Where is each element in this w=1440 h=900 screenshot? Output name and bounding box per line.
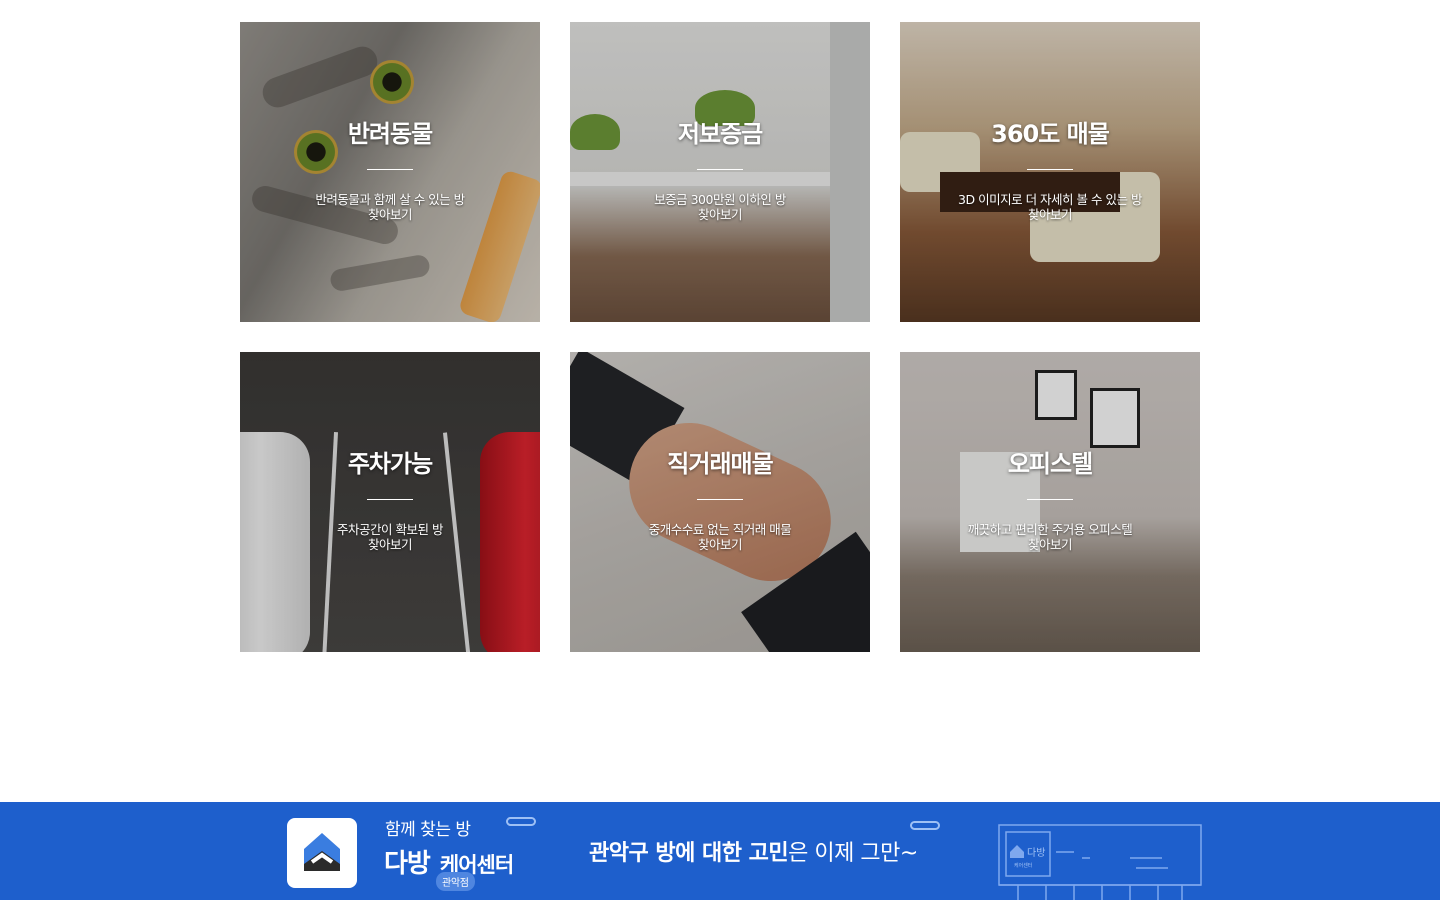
card-cta[interactable]: 찾아보기	[240, 537, 540, 552]
card-divider	[1027, 169, 1073, 170]
card-cta[interactable]: 찾아보기	[900, 207, 1200, 222]
card-title: 오피스텔	[1007, 450, 1093, 478]
category-card-360[interactable]: 360도 매물 3D 이미지로 더 자세히 볼 수 있는 방 찾아보기	[900, 22, 1200, 322]
deco-brand: 다방	[1027, 847, 1045, 859]
branch-badge: 관악점	[436, 872, 475, 891]
card-divider	[367, 169, 413, 170]
card-cta[interactable]: 찾아보기	[570, 207, 870, 222]
brand-name: 다방	[384, 849, 431, 879]
deco-subtitle: 케어센터	[1014, 862, 1032, 869]
slogan-bold: 관악구 방에 대한 고민	[589, 841, 789, 866]
card-description: 3D 이미지로 더 자세히 볼 수 있는 방	[958, 192, 1142, 207]
card-description: 중개수수료 없는 직거래 매물	[648, 522, 792, 537]
category-card-low-deposit[interactable]: 저보증금 보증금 300만원 이하인 방 찾아보기	[570, 22, 870, 322]
card-description: 반려동물과 함께 살 수 있는 방	[315, 192, 465, 207]
card-divider	[697, 169, 743, 170]
card-cta[interactable]: 찾아보기	[240, 207, 540, 222]
card-divider	[1027, 499, 1073, 500]
card-title: 360도 매물	[991, 120, 1110, 148]
category-grid: 반려동물 반려동물과 함께 살 수 있는 방 찾아보기 저보증금 보증금 300…	[240, 22, 1200, 652]
category-card-officetel[interactable]: 오피스텔 깨끗하고 편리한 주거용 오피스텔 찾아보기	[900, 352, 1200, 652]
card-cta[interactable]: 찾아보기	[900, 537, 1200, 552]
card-divider	[367, 499, 413, 500]
card-title: 반려동물	[347, 120, 433, 148]
category-card-pet[interactable]: 반려동물 반려동물과 함께 살 수 있는 방 찾아보기	[240, 22, 540, 322]
banner-tagline: 함께 찾는 방	[385, 820, 471, 840]
card-title: 주차가능	[347, 450, 433, 478]
storefront-illustration: 다방 케어센터	[998, 824, 1202, 900]
decor-pill	[506, 817, 536, 826]
card-description: 깨끗하고 편리한 주거용 오피스텔	[967, 522, 1133, 537]
card-cta[interactable]: 찾아보기	[570, 537, 870, 552]
decor-pill	[910, 821, 940, 830]
card-description: 주차공간이 확보된 방	[337, 522, 443, 537]
dabang-logo-icon	[287, 818, 357, 888]
card-description: 보증금 300만원 이하인 방	[654, 192, 786, 207]
card-title: 저보증금	[677, 120, 763, 148]
card-divider	[697, 499, 743, 500]
slogan-rest: 은 이제 그만~	[788, 841, 918, 866]
category-card-direct-deal[interactable]: 직거래매물 중개수수료 없는 직거래 매물 찾아보기	[570, 352, 870, 652]
care-center-banner[interactable]: 함께 찾는 방 다방 케어센터 관악점 관악구 방에 대한 고민은 이제 그만~…	[0, 802, 1440, 900]
category-card-parking[interactable]: 주차가능 주차공간이 확보된 방 찾아보기	[240, 352, 540, 652]
banner-slogan: 관악구 방에 대한 고민은 이제 그만~	[589, 835, 918, 867]
card-title: 직거래매물	[667, 450, 773, 478]
